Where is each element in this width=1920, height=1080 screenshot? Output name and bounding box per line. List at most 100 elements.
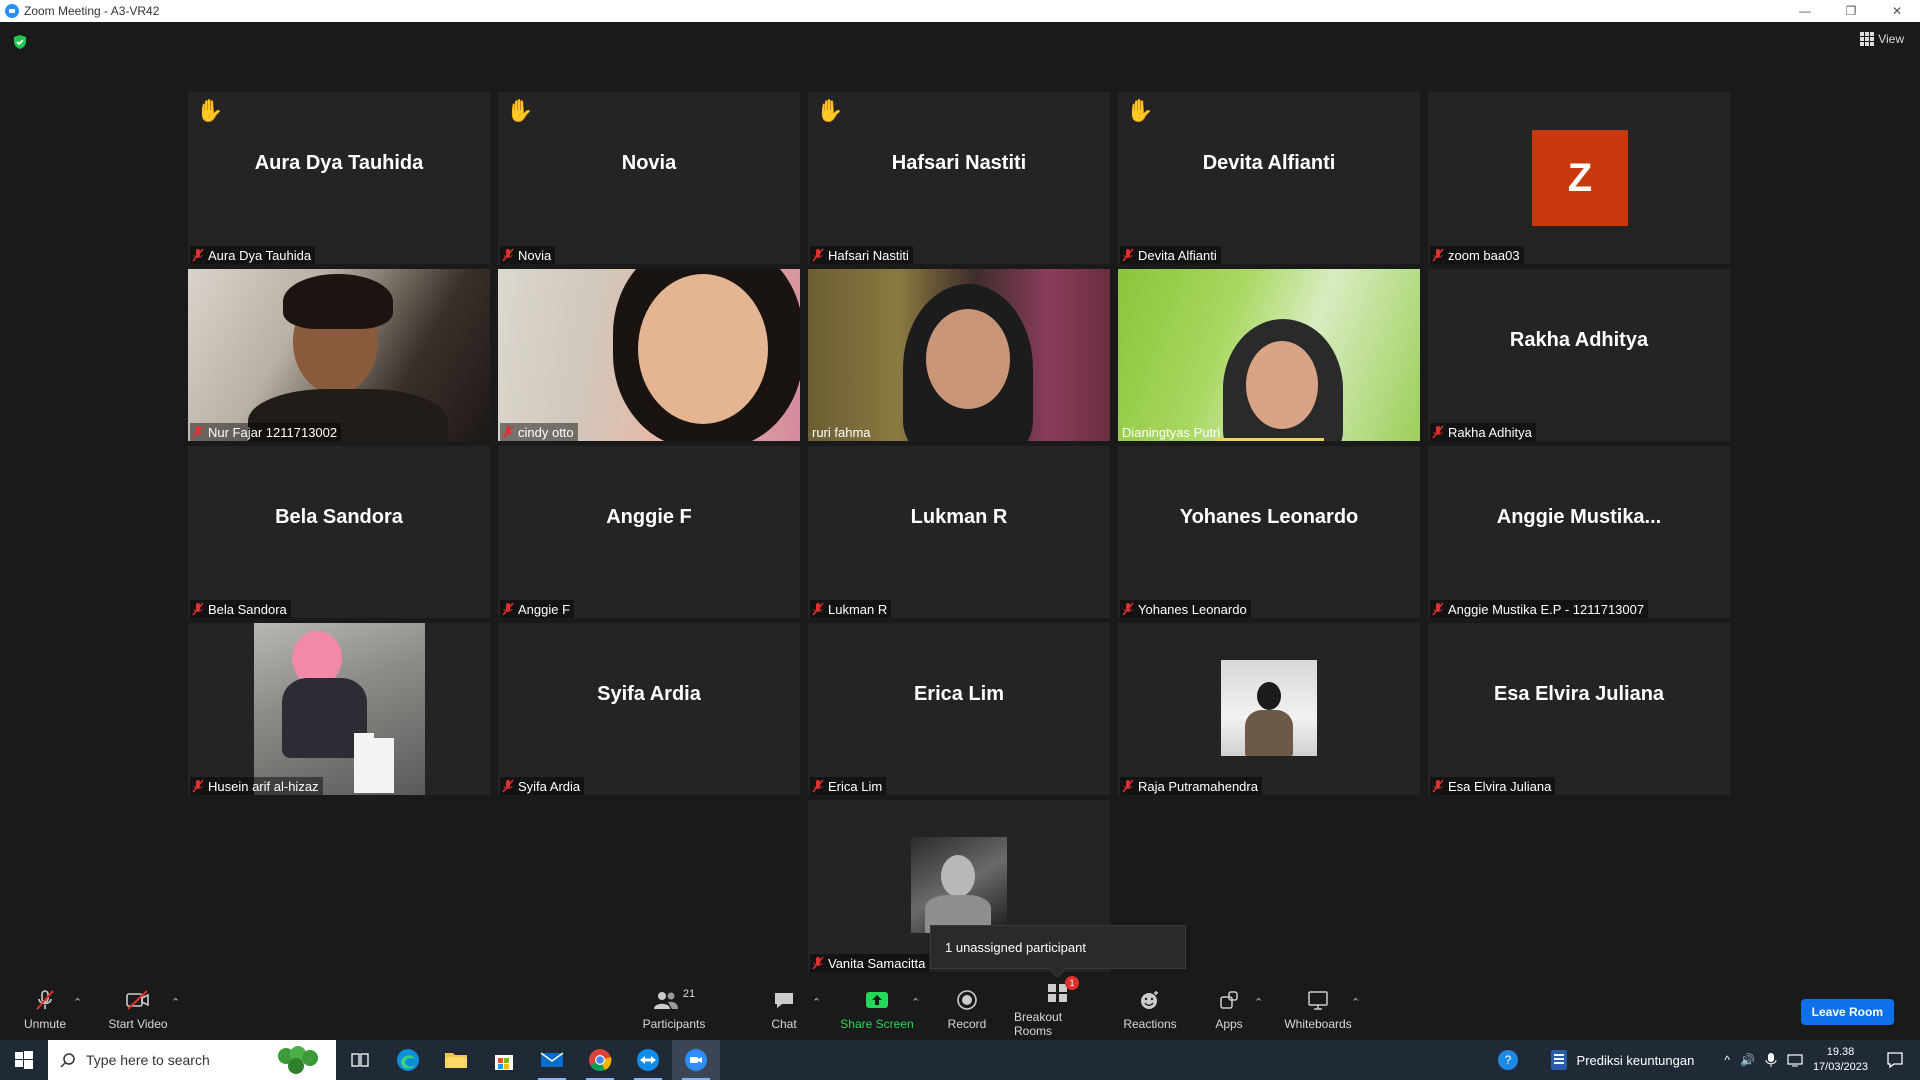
profile-photo	[911, 837, 1007, 933]
participant-tile[interactable]: Bela Sandora Bela Sandora	[188, 446, 490, 618]
participant-tile[interactable]: Rakha Adhitya Rakha Adhitya	[1428, 269, 1730, 441]
notifications-icon[interactable]	[1886, 1051, 1904, 1069]
unmute-button[interactable]: Unmute	[22, 980, 68, 1040]
participants-icon	[653, 992, 678, 1009]
record-label: Record	[947, 1017, 987, 1031]
chat-button[interactable]: Chat	[764, 980, 804, 1040]
breakout-badge: 1	[1065, 976, 1079, 990]
participant-name: cindy otto	[518, 424, 574, 440]
teamviewer-taskbar-button[interactable]	[624, 1040, 672, 1080]
participant-tile[interactable]: ✋ Devita Alfianti Devita Alfianti	[1118, 92, 1420, 264]
participant-name-display: Rakha Adhitya	[1509, 329, 1649, 351]
open-document-title[interactable]: Prediksi keuntungan	[1577, 1053, 1695, 1068]
whiteboards-options-chevron-icon[interactable]: ⌃	[1351, 996, 1360, 1009]
view-button[interactable]: View	[1860, 32, 1904, 46]
video-options-chevron-icon[interactable]: ⌃	[171, 996, 180, 1009]
chrome-icon	[589, 1049, 612, 1072]
speaker-volume-icon[interactable]: 🔊	[1740, 1053, 1755, 1067]
apps-options-chevron-icon[interactable]: ⌃	[1254, 996, 1263, 1009]
close-button[interactable]: ✕	[1874, 0, 1920, 22]
reactions-button[interactable]: Reactions	[1122, 980, 1178, 1040]
participant-label: Rakha Adhitya	[1430, 423, 1536, 441]
chat-options-chevron-icon[interactable]: ⌃	[812, 996, 821, 1009]
participant-name: Anggie Mustika E.P - 1211713007	[1448, 601, 1645, 617]
participant-tile[interactable]: Syifa Ardia Syifa Ardia	[498, 623, 800, 795]
participant-video-tile[interactable]: Nur Fajar 1211713002	[188, 269, 490, 441]
taskbar-search-box[interactable]: Type here to search	[48, 1040, 336, 1080]
folder-icon	[445, 1053, 467, 1068]
participant-name-display: Esa Elvira Juliana	[1493, 683, 1665, 705]
raised-hand-icon: ✋	[196, 98, 224, 123]
minimize-button[interactable]: —	[1782, 0, 1828, 22]
help-icon[interactable]: ?	[1497, 1049, 1519, 1071]
show-hidden-icons-chevron-icon[interactable]: ^	[1724, 1053, 1730, 1067]
apps-label: Apps	[1215, 1017, 1243, 1031]
edge-taskbar-button[interactable]	[384, 1040, 432, 1080]
os-taskbar: Type here to search ? Prediksi keuntunga…	[0, 1040, 1920, 1080]
leave-room-button[interactable]: Leave Room	[1800, 999, 1894, 1025]
start-video-button[interactable]: Start Video	[106, 980, 170, 1040]
participant-tile[interactable]: Anggie F Anggie F	[498, 446, 800, 618]
mail-icon	[540, 1052, 564, 1067]
windows-start-button[interactable]	[0, 1040, 48, 1080]
title-bar: Zoom Meeting - A3-VR42 — ❐ ✕	[0, 0, 1920, 22]
participant-tile[interactable]: Esa Elvira Juliana Esa Elvira Juliana	[1428, 623, 1730, 795]
participant-name: zoom baa03	[1448, 247, 1520, 263]
participant-tile[interactable]: ✋ Hafsari Nastiti Hafsari Nastiti	[808, 92, 1110, 264]
muted-mic-icon	[1122, 779, 1134, 793]
audio-options-chevron-icon[interactable]: ⌃	[73, 996, 82, 1009]
security-shield-icon[interactable]	[12, 34, 28, 50]
participant-label: Anggie Mustika E.P - 1211713007	[1430, 600, 1649, 618]
active-speaker-video-tile[interactable]: ruri fahma	[808, 269, 1110, 441]
participant-name-display: Lukman R	[910, 506, 1008, 528]
file-explorer-taskbar-button[interactable]	[432, 1040, 480, 1080]
participant-tile[interactable]: ✋ Novia Novia	[498, 92, 800, 264]
participant-name: Nur Fajar 1211713002	[208, 424, 338, 440]
zoom-taskbar-button[interactable]	[672, 1040, 720, 1080]
participant-name: ruri fahma	[812, 424, 871, 440]
participant-tile[interactable]: ✋ Aura Dya Tauhida Aura Dya Tauhida	[188, 92, 490, 264]
participant-label: Yohanes Leonardo	[1120, 600, 1251, 618]
chrome-taskbar-button[interactable]	[576, 1040, 624, 1080]
whiteboards-button[interactable]: Whiteboards	[1282, 980, 1354, 1040]
unmute-label: Unmute	[23, 1017, 67, 1031]
window-title: Zoom Meeting - A3-VR42	[24, 4, 160, 18]
record-button[interactable]: Record	[944, 980, 990, 1040]
participants-button[interactable]: 21 Participants	[640, 980, 708, 1040]
mail-taskbar-button[interactable]	[528, 1040, 576, 1080]
microsoft-store-taskbar-button[interactable]	[480, 1040, 528, 1080]
clock-date: 17/03/2023	[1812, 1061, 1868, 1073]
store-bag-icon	[495, 1055, 513, 1070]
muted-mic-icon	[812, 602, 824, 616]
participants-label: Participants	[642, 1017, 706, 1031]
teamviewer-icon	[637, 1049, 659, 1071]
start-video-label: Start Video	[108, 1017, 168, 1031]
taskbar-clock[interactable]: 19.38 17/03/2023	[1813, 1045, 1868, 1075]
participant-label: Bela Sandora	[190, 600, 291, 618]
participant-video-tile[interactable]: cindy otto	[498, 269, 800, 441]
participant-tile[interactable]: Husein arif al-hizaz	[188, 623, 490, 795]
raised-hand-icon: ✋	[1126, 98, 1154, 123]
participant-label: Esa Elvira Juliana	[1430, 777, 1556, 795]
unassigned-participant-tooltip: 1 unassigned participant	[930, 925, 1186, 969]
participant-tile[interactable]: Z zoom baa03	[1428, 92, 1730, 264]
share-options-chevron-icon[interactable]: ⌃	[911, 996, 920, 1009]
participant-label: cindy otto	[500, 423, 578, 441]
participant-tile[interactable]: Yohanes Leonardo Yohanes Leonardo	[1118, 446, 1420, 618]
participant-name: Syifa Ardia	[518, 778, 581, 794]
restore-button[interactable]: ❐	[1828, 0, 1874, 22]
participant-tile[interactable]: Anggie Mustika... Anggie Mustika E.P - 1…	[1428, 446, 1730, 618]
participant-tile[interactable]: Lukman R Lukman R	[808, 446, 1110, 618]
participant-tile[interactable]: Raja Putramahendra	[1118, 623, 1420, 795]
task-view-button[interactable]	[336, 1040, 384, 1080]
participant-name: Raja Putramahendra	[1138, 778, 1258, 794]
apps-button[interactable]: Apps	[1214, 980, 1244, 1040]
participant-name: Yohanes Leonardo	[1138, 601, 1247, 617]
network-icon[interactable]	[1787, 1053, 1803, 1067]
breakout-rooms-button[interactable]: 1 Breakout Rooms	[1014, 976, 1102, 1040]
share-screen-button[interactable]: Share Screen	[840, 980, 914, 1040]
participant-video-tile[interactable]: Dianingtyas Putri	[1118, 269, 1420, 441]
microphone-icon[interactable]	[1765, 1052, 1777, 1068]
participant-tile[interactable]: Erica Lim Erica Lim	[808, 623, 1110, 795]
participant-name: Esa Elvira Juliana	[1448, 778, 1552, 794]
